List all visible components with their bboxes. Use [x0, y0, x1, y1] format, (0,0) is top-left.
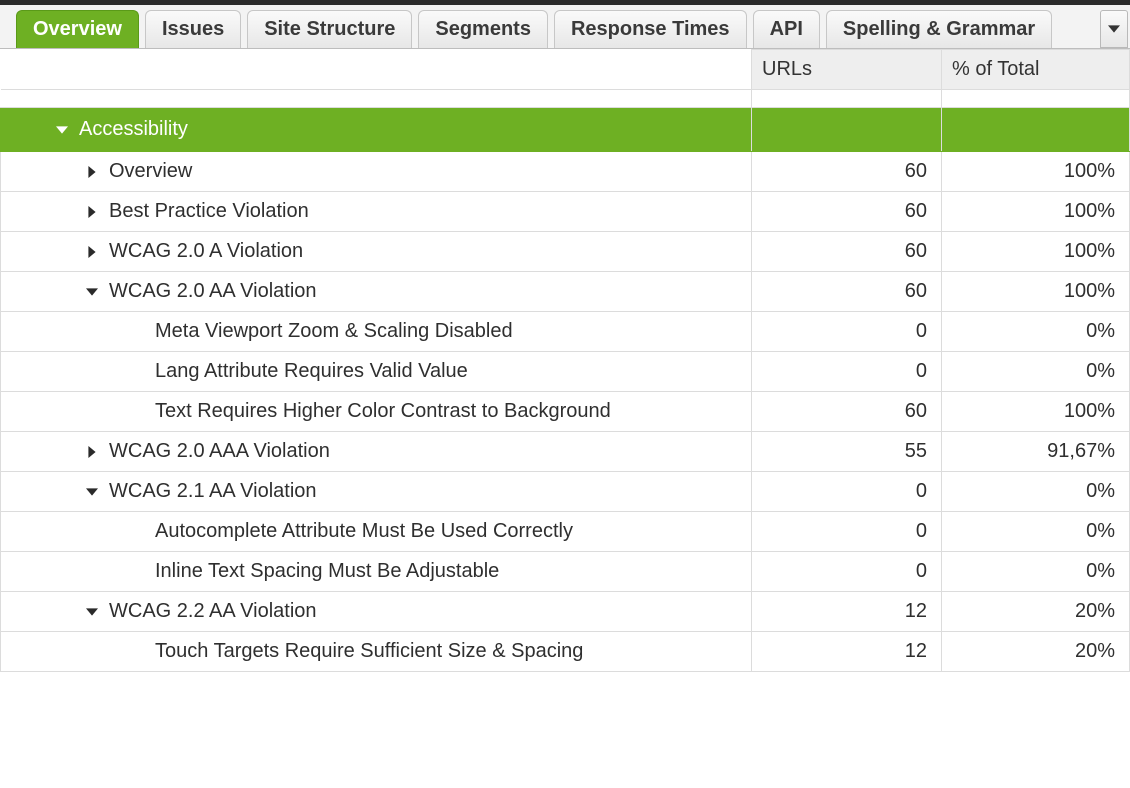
row-urls-cell: 12 — [752, 592, 942, 632]
table-header-row: URLs % of Total — [1, 50, 1130, 90]
caret-down-icon — [85, 485, 99, 499]
row-label: Autocomplete Attribute Must Be Used Corr… — [155, 520, 573, 543]
app-root: Overview Issues Site Structure Segments Resp… — [0, 0, 1130, 788]
row-urls-cell: 60 — [752, 152, 942, 192]
table-spacer-row — [1, 90, 1130, 108]
row-pct-cell: 100% — [942, 232, 1130, 272]
row-urls-cell: 0 — [752, 352, 942, 392]
table-header-pct[interactable]: % of Total — [942, 50, 1130, 90]
tab-response-times[interactable]: Response Times — [554, 10, 747, 48]
row-urls-cell: 0 — [752, 472, 942, 512]
row-label: WCAG 2.0 AAA Violation — [109, 440, 330, 463]
row-pct-cell: 0% — [942, 552, 1130, 592]
row-urls-cell: 0 — [752, 512, 942, 552]
caret-down-icon — [85, 285, 99, 299]
table-body: Accessibility Overview60100%Best Practic… — [1, 90, 1130, 672]
caret-right-icon — [85, 445, 99, 459]
row-urls-cell: 0 — [752, 312, 942, 352]
group-row-accessibility[interactable]: Accessibility — [1, 108, 1130, 152]
row-pct-cell: 20% — [942, 632, 1130, 672]
tabs-list: Overview Issues Site Structure Segments Resp… — [0, 5, 1100, 48]
table-row[interactable]: WCAG 2.0 A Violation 60100% — [1, 232, 1130, 272]
row-label: Inline Text Spacing Must Be Adjustable — [155, 560, 499, 583]
caret-right-icon — [85, 245, 99, 259]
tab-spelling-grammar[interactable]: Spelling & Grammar — [826, 10, 1052, 48]
table-row[interactable]: WCAG 2.1 AA Violation 00% — [1, 472, 1130, 512]
row-urls-cell: 60 — [752, 272, 942, 312]
row-pct-cell: 100% — [942, 392, 1130, 432]
table-row[interactable]: WCAG 2.0 AA Violation 60100% — [1, 272, 1130, 312]
tab-label: API — [770, 18, 803, 41]
table-row[interactable]: Best Practice Violation 60100% — [1, 192, 1130, 232]
row-label: Text Requires Higher Color Contrast to B… — [155, 400, 611, 423]
row-label: Touch Targets Require Sufficient Size & … — [155, 640, 583, 663]
tab-issues[interactable]: Issues — [145, 10, 241, 48]
row-label: Best Practice Violation — [109, 200, 309, 223]
row-urls-cell: 12 — [752, 632, 942, 672]
caret-right-icon — [85, 205, 99, 219]
row-pct-cell: 0% — [942, 512, 1130, 552]
row-label: Meta Viewport Zoom & Scaling Disabled — [155, 320, 513, 343]
caret-none — [131, 325, 145, 339]
tab-site-structure[interactable]: Site Structure — [247, 10, 412, 48]
row-pct-cell: 20% — [942, 592, 1130, 632]
row-pct-cell: 91,67% — [942, 432, 1130, 472]
row-label: WCAG 2.0 AA Violation — [109, 280, 317, 303]
caret-down-icon — [55, 123, 69, 137]
table-header-empty — [1, 50, 752, 90]
tab-label: Response Times — [571, 18, 730, 41]
tab-label: Spelling & Grammar — [843, 18, 1035, 41]
row-label: Lang Attribute Requires Valid Value — [155, 360, 468, 383]
caret-none — [131, 405, 145, 419]
caret-down-icon — [85, 605, 99, 619]
row-pct-cell: 0% — [942, 472, 1130, 512]
row-pct-cell: 100% — [942, 192, 1130, 232]
tab-label: Segments — [435, 18, 531, 41]
row-pct-cell: 100% — [942, 272, 1130, 312]
row-urls-cell: 60 — [752, 232, 942, 272]
row-label: WCAG 2.2 AA Violation — [109, 600, 317, 623]
tab-label: Issues — [162, 18, 224, 41]
row-label: WCAG 2.0 A Violation — [109, 240, 303, 263]
row-label: Overview — [109, 160, 192, 183]
table-row[interactable]: Inline Text Spacing Must Be Adjustable 00… — [1, 552, 1130, 592]
row-pct-cell: 0% — [942, 312, 1130, 352]
table-row[interactable]: Lang Attribute Requires Valid Value 00% — [1, 352, 1130, 392]
tab-label: Overview — [33, 18, 122, 41]
row-urls-cell: 55 — [752, 432, 942, 472]
row-urls-cell: 60 — [752, 392, 942, 432]
row-pct-cell: 100% — [942, 152, 1130, 192]
caret-none — [131, 565, 145, 579]
table-header-urls[interactable]: URLs — [752, 50, 942, 90]
table-row[interactable]: Autocomplete Attribute Must Be Used Corr… — [1, 512, 1130, 552]
tabs-bar: Overview Issues Site Structure Segments Resp… — [0, 5, 1130, 49]
group-label: Accessibility — [79, 118, 188, 141]
group-urls-cell — [752, 108, 942, 152]
row-label: WCAG 2.1 AA Violation — [109, 480, 317, 503]
row-urls-cell: 0 — [752, 552, 942, 592]
table-row[interactable]: Meta Viewport Zoom & Scaling Disabled 00% — [1, 312, 1130, 352]
caret-none — [131, 645, 145, 659]
results-table: URLs % of Total Accessibility — [0, 49, 1130, 672]
group-pct-cell — [942, 108, 1130, 152]
table-row[interactable]: WCAG 2.2 AA Violation 1220% — [1, 592, 1130, 632]
tab-overview[interactable]: Overview — [16, 10, 139, 48]
table-row[interactable]: Text Requires Higher Color Contrast to B… — [1, 392, 1130, 432]
table-row[interactable]: WCAG 2.0 AAA Violation 5591,67% — [1, 432, 1130, 472]
caret-none — [131, 365, 145, 379]
tab-label: Site Structure — [264, 18, 395, 41]
caret-right-icon — [85, 165, 99, 179]
caret-none — [131, 525, 145, 539]
row-pct-cell: 0% — [942, 352, 1130, 392]
tabs-overflow-button[interactable] — [1100, 10, 1128, 48]
tab-segments[interactable]: Segments — [418, 10, 548, 48]
table-row[interactable]: Overview 60100% — [1, 152, 1130, 192]
row-urls-cell: 60 — [752, 192, 942, 232]
chevron-down-icon — [1108, 18, 1120, 41]
table-row[interactable]: Touch Targets Require Sufficient Size & … — [1, 632, 1130, 672]
tab-api[interactable]: API — [753, 10, 820, 48]
